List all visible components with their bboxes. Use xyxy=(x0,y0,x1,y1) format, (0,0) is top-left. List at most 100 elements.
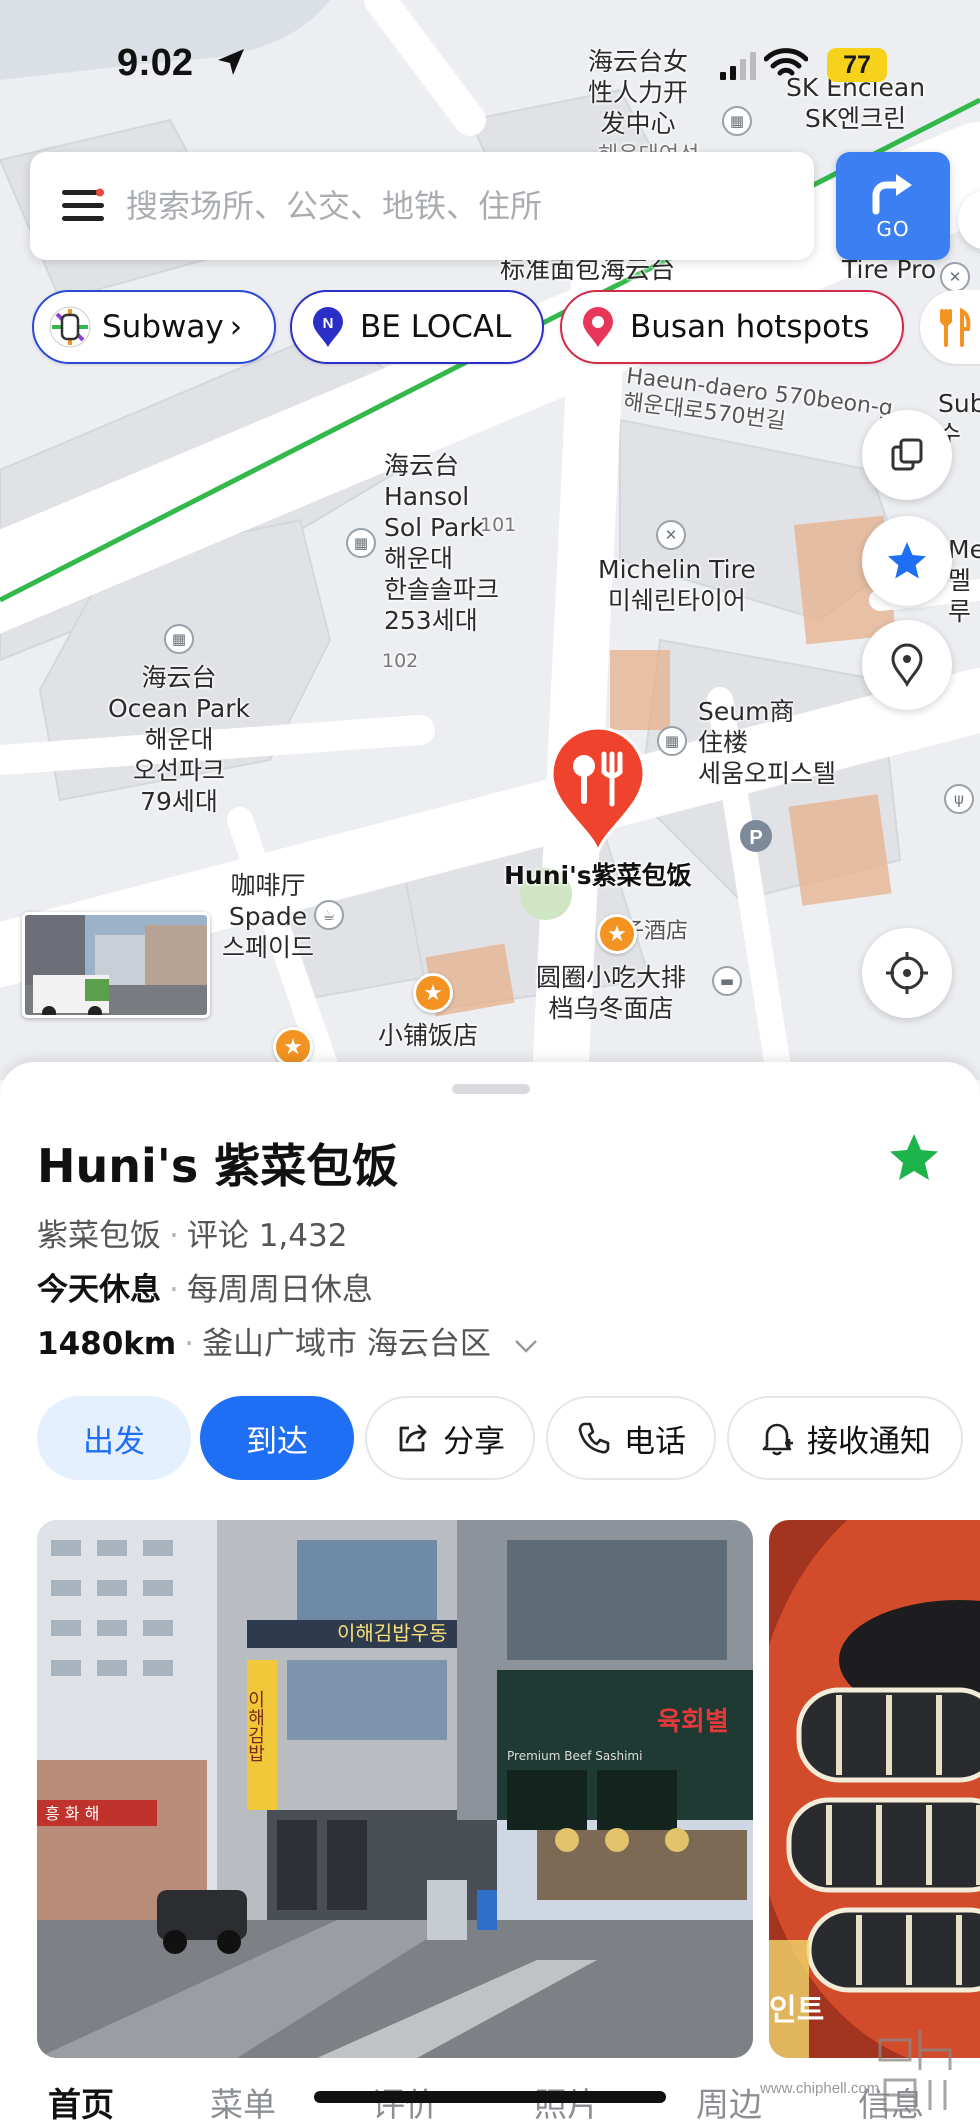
map-label-me-edge: Me 멜루 xyxy=(948,535,980,626)
map-label-michelin[interactable]: Michelin Tire 미쉐린타이어 xyxy=(598,554,756,616)
place-photo-storefront[interactable]: 이해김밥우동 이해김밥 육회별 Premium Beef Sashimi 흥 화… xyxy=(37,1520,753,2058)
place-distance: 1480km xyxy=(37,1326,177,1362)
chip-restaurant[interactable] xyxy=(920,290,980,364)
cellular-signal-icon xyxy=(720,52,756,80)
building-icon[interactable]: ▦ xyxy=(164,624,194,654)
photo-sign-main: 이해김밥우동 xyxy=(337,1621,447,1645)
building-icon[interactable]: ▦ xyxy=(657,726,687,756)
place-closed-today: 今天休息 xyxy=(37,1272,161,1308)
notify-button[interactable]: 接收通知 xyxy=(727,1396,963,1480)
photo-sign-right: 육회별 xyxy=(657,1707,729,1737)
storefront-photo: 이해김밥우동 이해김밥 육회별 Premium Beef Sashimi 흥 화… xyxy=(37,1520,753,2058)
highlight-star-icon[interactable]: ★ xyxy=(413,973,453,1013)
share-button[interactable]: 分享 xyxy=(365,1396,535,1480)
layers-button[interactable] xyxy=(862,410,952,500)
selected-place-marker-icon[interactable] xyxy=(548,726,648,854)
map-label-hansol-101: 101 xyxy=(480,514,517,536)
restaurant-icon[interactable]: ψ xyxy=(944,784,974,814)
chip-be-local[interactable]: N BE LOCAL xyxy=(290,290,544,364)
depart-label: 出发 xyxy=(83,1423,145,1460)
place-hours-line[interactable]: 今天休息 · 每周周日休息 xyxy=(37,1264,373,1309)
tab-home[interactable]: 首页 xyxy=(48,2078,114,2123)
bell-icon xyxy=(762,1423,793,1456)
notify-label: 接收通知 xyxy=(807,1423,931,1460)
place-category-line: 紫菜包饭 · 评论 1,432 xyxy=(37,1218,348,1254)
battery-indicator: 77 xyxy=(827,48,887,82)
highlight-star-icon[interactable]: ★ xyxy=(597,914,637,954)
share-icon xyxy=(399,1424,427,1452)
hotel-icon[interactable]: ▬ xyxy=(712,966,742,996)
home-indicator[interactable] xyxy=(314,2091,666,2103)
place-detail-sheet[interactable]: Huni's 紫菜包饭 紫菜包饭 · 评论 1,432 今天休息 · 每周周日休息 14… xyxy=(0,1062,980,2123)
status-bar: 9:02 77 xyxy=(0,0,980,135)
turn-arrow-icon xyxy=(872,174,912,215)
map-label-hansol-102: 102 xyxy=(382,650,419,672)
status-time: 9:02 xyxy=(117,42,194,84)
map-label-seum[interactable]: Seum商 住楼 세움오피스텔 xyxy=(698,696,836,789)
place-category: 紫菜包饭 xyxy=(37,1218,161,1254)
svg-text:P: P xyxy=(749,827,762,849)
street-view-thumbnail[interactable] xyxy=(22,912,210,1018)
arrive-label: 到达 xyxy=(246,1423,308,1460)
place-name: Huni's 紫菜包饭 xyxy=(37,1139,399,1193)
cafe-icon[interactable]: ☕ xyxy=(314,900,344,930)
saved-star-icon[interactable] xyxy=(886,1130,942,1186)
photo-sign-left: 흥 화 해 xyxy=(45,1804,99,1823)
hotspot-pin-icon xyxy=(583,307,613,347)
depart-button[interactable]: 出发 xyxy=(37,1396,191,1480)
tab-nearby[interactable]: 周边 xyxy=(696,2078,762,2123)
place-reviews-link[interactable]: 评论 1,432 xyxy=(187,1218,348,1254)
wifi-icon xyxy=(764,48,808,76)
chip-busan-hotspots-label: Busan hotspots xyxy=(630,309,870,345)
place-address-line[interactable]: 1480km · 釜山广域市 海云台区 xyxy=(37,1318,539,1363)
wrench-icon[interactable]: ✕ xyxy=(940,262,970,292)
wrench-icon[interactable]: ✕ xyxy=(656,520,686,550)
chevron-right-icon: › xyxy=(229,309,243,345)
favorites-button[interactable] xyxy=(862,516,952,606)
call-button[interactable]: 电话 xyxy=(546,1396,716,1480)
place-closed-note: 每周周日休息 xyxy=(186,1272,373,1308)
chip-subway-label: Subway xyxy=(102,309,224,345)
chip-subway[interactable]: Subway › xyxy=(32,290,276,364)
chiphell-watermark-logo xyxy=(878,2030,952,2112)
subway-icon xyxy=(49,306,91,348)
map-label-small-shop[interactable]: 小铺饭店 xyxy=(378,1020,478,1051)
place-photo-food[interactable]: 인트 xyxy=(769,1520,980,2058)
tab-menu[interactable]: 菜单 xyxy=(210,2078,276,2123)
go-label: GO xyxy=(876,217,910,241)
map-label-huni[interactable]: Huni's紫菜包饭 xyxy=(504,860,692,891)
be-local-pin-icon: N xyxy=(313,307,343,347)
map-label-cafe[interactable]: 咖啡厅 Spade 스페이드 xyxy=(222,870,314,963)
star-icon xyxy=(888,542,926,579)
place-pin-button[interactable] xyxy=(862,620,952,710)
search-input[interactable] xyxy=(126,176,786,236)
my-location-button[interactable] xyxy=(862,928,952,1018)
quick-chips: Subway › N BE LOCAL Busan hotspots xyxy=(32,290,980,366)
highlight-star-icon[interactable]: ★ xyxy=(273,1027,313,1067)
call-label: 电话 xyxy=(624,1423,686,1460)
map-label-circle[interactable]: 圆圈小吃大排 档乌冬面店 xyxy=(536,962,686,1024)
chip-be-local-label: BE LOCAL xyxy=(360,309,512,345)
food-photo: 인트 xyxy=(769,1520,980,2058)
share-label: 分享 xyxy=(443,1423,505,1460)
layers-icon xyxy=(891,438,923,471)
svg-text:N: N xyxy=(323,315,334,332)
photo-second-caption: 인트 xyxy=(769,1993,824,2028)
photo-sign-beef: Premium Beef Sashimi xyxy=(507,1749,642,1763)
location-arrow-icon xyxy=(218,49,244,75)
map-label-hansol[interactable]: 海云台 Hansol Sol Park 해운대 한솔솔파크 253세대 xyxy=(384,450,499,636)
crosshair-icon xyxy=(886,952,928,994)
sheet-grabber[interactable] xyxy=(452,1084,530,1094)
watermark-url: www.chiphell.com xyxy=(760,2080,880,2097)
chevron-down-icon xyxy=(514,1339,537,1353)
arrive-button[interactable]: 到达 xyxy=(200,1396,354,1480)
place-address: 釜山广域市 海云台区 xyxy=(202,1326,491,1362)
menu-icon[interactable] xyxy=(62,188,104,224)
map-label-ocean-park[interactable]: 海云台 Ocean Park 해운대 오선파크 79세대 xyxy=(108,662,250,817)
phone-icon xyxy=(578,1422,610,1454)
building-icon[interactable]: ▦ xyxy=(346,528,376,558)
location-pin-icon xyxy=(891,643,923,687)
search-bar[interactable] xyxy=(30,152,814,260)
directions-go-button[interactable]: GO xyxy=(836,152,950,260)
chip-busan-hotspots[interactable]: Busan hotspots xyxy=(560,290,904,364)
